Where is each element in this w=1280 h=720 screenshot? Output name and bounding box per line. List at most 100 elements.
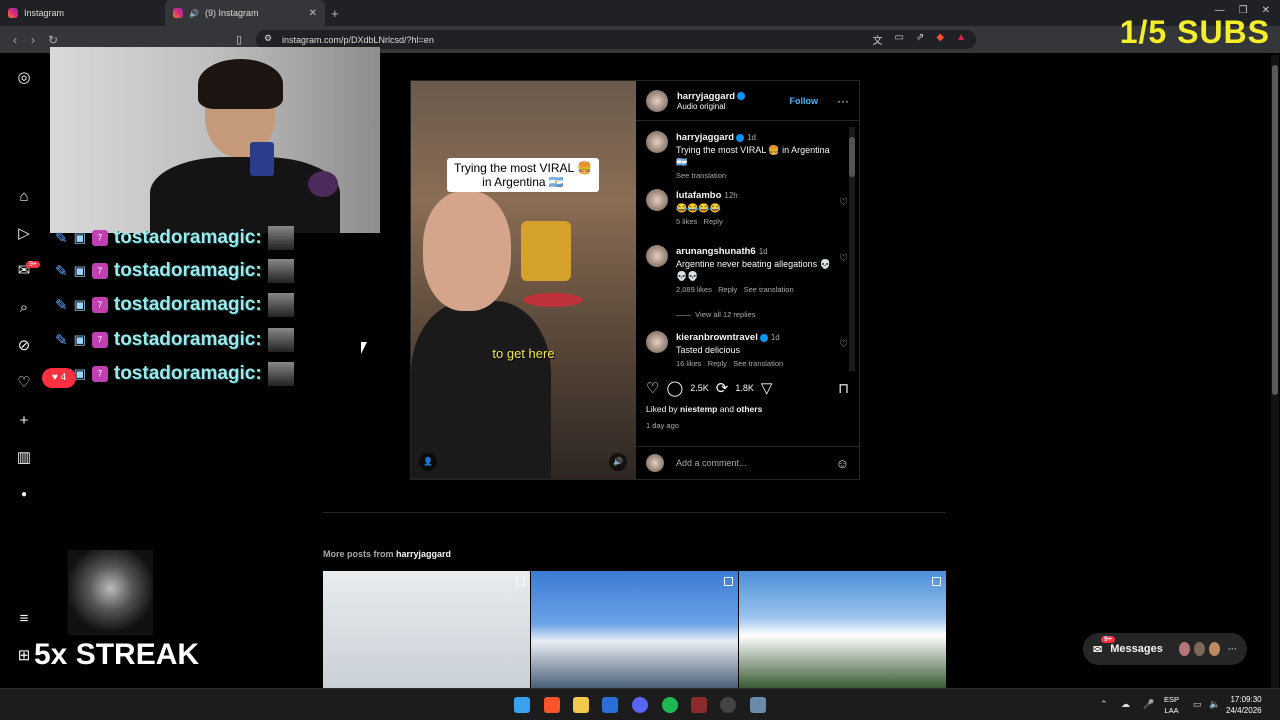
microphone-icon[interactable]: 🎤 (1143, 699, 1154, 710)
tray-chevron-icon[interactable]: ⌃ (1100, 699, 1108, 710)
profile-avatar[interactable]: ● (15, 486, 33, 504)
chat-avatar (267, 259, 294, 283)
instagram-logo-icon[interactable]: ◎ (15, 69, 33, 87)
more-post-thumbnail[interactable] (531, 571, 738, 688)
comment-icon[interactable]: ◯ (666, 379, 683, 397)
reply-link[interactable]: Reply (708, 359, 727, 368)
onedrive-icon[interactable]: ☁ (1121, 699, 1130, 710)
chat-avatar (267, 293, 294, 317)
reels-icon[interactable]: ▷ (15, 225, 33, 243)
share-icon[interactable]: ⇗ (916, 32, 924, 47)
more-options-icon[interactable]: ··· (837, 94, 849, 108)
see-translation-link[interactable]: See translation (733, 359, 783, 368)
network-icon[interactable]: ▭ (1193, 699, 1202, 710)
page-scrollbar[interactable] (1271, 55, 1279, 688)
cup (250, 142, 274, 176)
comments-scrollbar[interactable] (849, 127, 855, 371)
reply-link[interactable]: Reply (704, 217, 723, 226)
volume-icon[interactable]: 🔈 (1209, 699, 1220, 710)
save-icon[interactable]: ⊓ (838, 380, 849, 397)
heart-icon[interactable]: ♡ (15, 374, 33, 392)
comment-avatar[interactable] (646, 331, 668, 353)
follow-button[interactable]: Follow (790, 96, 819, 106)
pin-icon: ✎ (55, 230, 68, 247)
apps-icon[interactable]: ⊞ (15, 647, 33, 665)
settings-icon[interactable] (720, 697, 736, 713)
dashboard-icon[interactable]: ▥ (15, 449, 33, 467)
brave-shield-icon[interactable]: ◆ (936, 32, 944, 47)
author-username[interactable]: harryjaggard (677, 91, 746, 102)
translate-icon[interactable]: 文 (873, 32, 883, 47)
share-icon[interactable]: ▽ (761, 379, 773, 397)
sound-icon[interactable]: 🔊 (609, 453, 627, 471)
like-icon[interactable]: ♡ (646, 379, 659, 397)
windows-start-icon[interactable] (514, 697, 530, 713)
taskbar-clock[interactable]: 17:09:30 24/4/2026 (1226, 694, 1262, 716)
like-comment-icon[interactable]: ♡ (839, 253, 848, 264)
close-tab-icon[interactable]: ✕ (309, 8, 317, 19)
app-icon[interactable] (750, 697, 766, 713)
liked-by-others[interactable]: others (736, 404, 762, 414)
app-icon[interactable] (691, 697, 707, 713)
audio-label[interactable]: Audio original (677, 102, 745, 111)
create-icon[interactable]: + (15, 412, 33, 430)
brave-icon[interactable] (544, 697, 560, 713)
bookmark-icon[interactable]: ▯ (236, 33, 242, 46)
emoji-icon[interactable]: ☺ (836, 456, 849, 471)
bag-icon: ▣ (73, 263, 86, 278)
comment-text: Tasted delicious (676, 345, 741, 355)
spotify-icon[interactable] (662, 697, 678, 713)
like-comment-icon[interactable]: ♡ (839, 339, 848, 350)
discord-icon[interactable] (632, 697, 648, 713)
restaurant-sign (521, 221, 571, 281)
badge-icon: 7 (91, 263, 108, 279)
comment-likes[interactable]: 5 likes (676, 217, 697, 226)
webcam-overlay (50, 47, 380, 233)
language-indicator[interactable]: ESP LAA (1164, 694, 1179, 716)
forward-icon[interactable]: › (23, 33, 43, 47)
repost-icon[interactable]: ⟳ (716, 379, 729, 397)
page-scrollbar-thumb[interactable] (1272, 65, 1278, 395)
comment-avatar[interactable] (646, 189, 668, 211)
liked-by-user[interactable]: niestemp (680, 404, 717, 414)
new-tab-button[interactable]: + (331, 6, 339, 21)
comment-avatar[interactable] (646, 245, 668, 267)
like-comment-icon[interactable]: ♡ (839, 197, 848, 208)
site-info-icon[interactable]: ⚙ (264, 33, 272, 44)
tab-title: Instagram (24, 8, 65, 18)
add-comment-bar: Add a comment... ☺ (636, 446, 859, 479)
menu-icon[interactable]: ≡ (15, 610, 33, 628)
reply-link[interactable]: Reply (718, 285, 737, 294)
file-explorer-icon[interactable] (573, 697, 589, 713)
browser-tab-active[interactable]: 🔊 (9) Instagram ✕ (165, 0, 325, 26)
comment-text: Argentine never beating allegations 💀💀💀 (676, 259, 831, 281)
browser-tab[interactable]: Instagram (0, 0, 165, 26)
comment-likes[interactable]: 16 likes (676, 359, 701, 368)
see-translation-link[interactable]: See translation (744, 285, 794, 294)
reload-icon[interactable]: ↻ (43, 33, 63, 47)
more-post-thumbnail[interactable] (323, 571, 530, 688)
explore-icon[interactable]: ⊘ (15, 337, 33, 355)
more-post-thumbnail[interactable] (739, 571, 946, 688)
comment-text: Trying the most VIRAL 🍔 in Argentina 🇦🇷 (676, 145, 830, 167)
comment-avatar[interactable] (646, 131, 668, 153)
messages-button[interactable]: ✉ 9+ Messages ··· (1083, 633, 1247, 665)
user-tag-icon[interactable]: 👤 (419, 453, 437, 471)
verified-icon (737, 91, 746, 100)
screen-icon[interactable]: ▭ (895, 32, 904, 47)
bag-icon: ▣ (73, 297, 86, 312)
add-comment-input[interactable]: Add a comment... (676, 458, 747, 468)
brave-rewards-icon[interactable]: ▲ (956, 32, 966, 47)
search-icon[interactable]: ⌕ (15, 299, 33, 317)
more-posts-user[interactable]: harryjaggard (396, 549, 451, 559)
post-video[interactable]: Trying the most VIRAL 🍔 in Argentina 🇦🇷 … (411, 81, 636, 479)
comment-likes[interactable]: 2,089 likes (676, 285, 712, 294)
author-avatar[interactable] (646, 89, 668, 112)
home-icon[interactable]: ⌂ (15, 188, 33, 206)
back-icon[interactable]: ‹ (5, 33, 25, 47)
tab-title: (9) Instagram (204, 8, 259, 18)
view-replies-link[interactable]: —— View all 12 replies (676, 310, 755, 319)
see-translation-link[interactable]: See translation (676, 171, 836, 180)
scrollbar-thumb[interactable] (849, 137, 855, 177)
bing-icon[interactable] (602, 697, 618, 713)
